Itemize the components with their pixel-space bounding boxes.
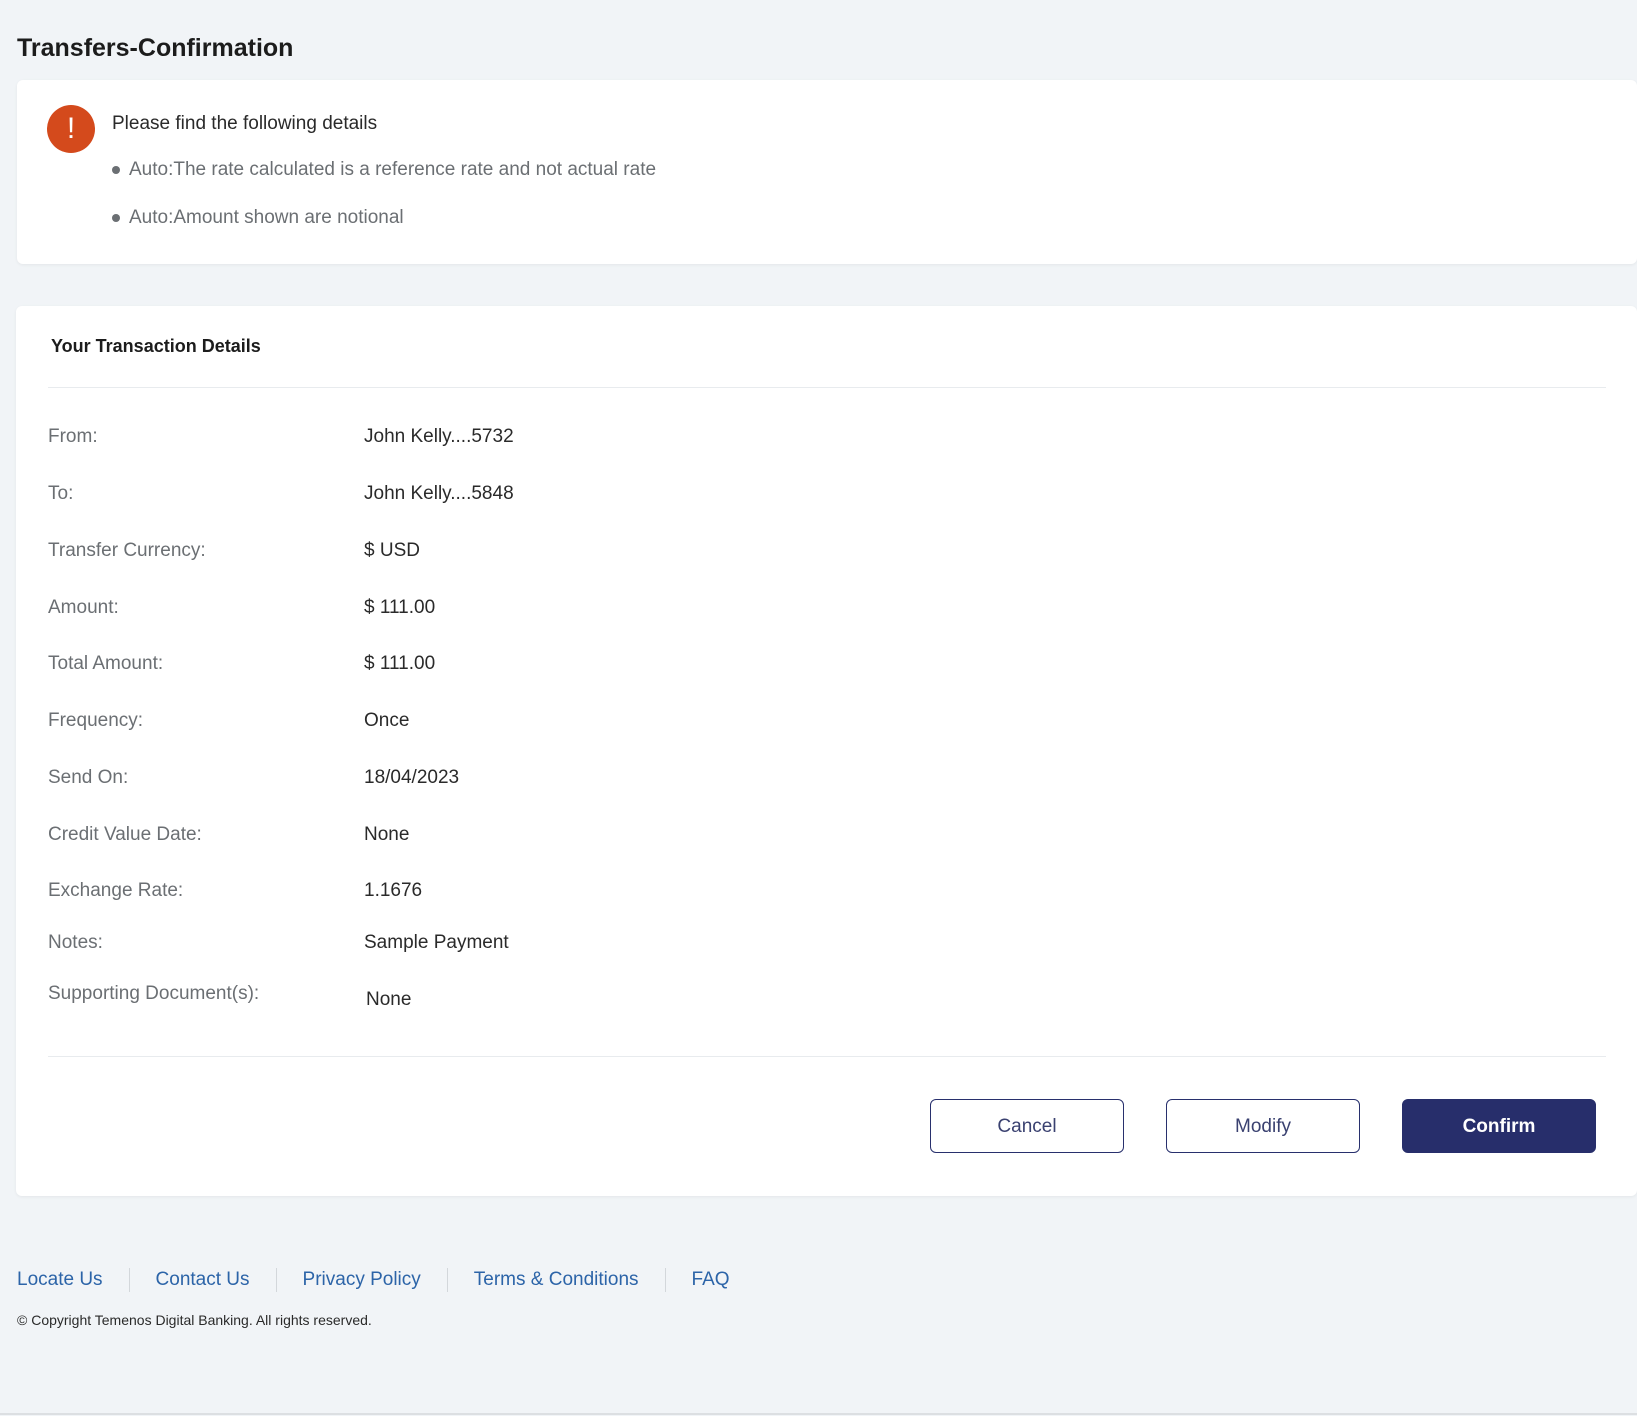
- info-item: Auto:The rate calculated is a reference …: [112, 158, 656, 206]
- detail-label: Amount:: [48, 597, 119, 618]
- detail-row-credit-value-date: Credit Value Date: None: [48, 824, 1548, 854]
- detail-label: Exchange Rate:: [48, 880, 184, 901]
- detail-label: Transfer Currency:: [48, 540, 206, 561]
- detail-value: None: [364, 824, 410, 845]
- footer-links: Locate Us Contact Us Privacy Policy Terms &…: [17, 1268, 730, 1298]
- page-title: Transfers-Confirmation: [17, 34, 294, 62]
- detail-row-supporting-documents: Supporting Document(s): None: [48, 983, 1548, 1013]
- detail-row-to: To: John Kelly....5848: [48, 483, 1548, 513]
- divider: [48, 1056, 1606, 1057]
- detail-label: To:: [48, 483, 74, 504]
- detail-row-total-amount: Total Amount: $ 111.00: [48, 653, 1548, 683]
- footer-link-privacy-policy[interactable]: Privacy Policy: [303, 1269, 421, 1291]
- detail-label: Frequency:: [48, 710, 144, 731]
- detail-value: Once: [364, 710, 410, 731]
- bullet-icon: [112, 166, 120, 174]
- footer-link-terms-conditions[interactable]: Terms & Conditions: [474, 1269, 639, 1291]
- exclamation-icon: !: [47, 105, 95, 153]
- footer-link-faq[interactable]: FAQ: [692, 1269, 730, 1291]
- detail-value: None: [366, 989, 412, 1010]
- detail-value: 1.1676: [364, 880, 423, 901]
- detail-label: Notes:: [48, 932, 103, 953]
- detail-row-frequency: Frequency: Once: [48, 710, 1548, 740]
- info-item: Auto:Amount shown are notional: [112, 206, 656, 254]
- detail-value: John Kelly....5848: [364, 483, 514, 504]
- detail-value: 18/04/2023: [364, 767, 460, 788]
- detail-value: Sample Payment: [364, 932, 509, 953]
- detail-label: From:: [48, 426, 98, 447]
- detail-label: Send On:: [48, 767, 129, 788]
- info-list: Auto:The rate calculated is a reference …: [112, 158, 656, 254]
- footer-separator: [446, 1268, 448, 1292]
- detail-row-from: From: John Kelly....5732: [48, 426, 1548, 456]
- divider: [48, 387, 1606, 388]
- detail-row-notes: Notes: Sample Payment: [48, 932, 1548, 962]
- modify-button[interactable]: Modify: [1166, 1099, 1360, 1153]
- detail-label: Credit Value Date:: [48, 824, 202, 845]
- footer-separator: [128, 1268, 130, 1292]
- footer-link-locate-us[interactable]: Locate Us: [17, 1269, 103, 1291]
- cancel-button[interactable]: Cancel: [930, 1099, 1124, 1153]
- confirm-button[interactable]: Confirm: [1402, 1099, 1596, 1153]
- footer-separator: [275, 1268, 277, 1292]
- detail-value: $ 111.00: [364, 597, 436, 618]
- info-item-text: Auto:Amount shown are notional: [129, 207, 404, 228]
- detail-label: Total Amount:: [48, 653, 164, 674]
- footer-link-contact-us[interactable]: Contact Us: [156, 1269, 250, 1291]
- info-item-text: Auto:The rate calculated is a reference …: [129, 159, 657, 180]
- detail-row-exchange-rate: Exchange Rate: 1.1676: [48, 880, 1548, 910]
- copyright-text: © Copyright Temenos Digital Banking. All…: [17, 1312, 372, 1328]
- detail-value: $ USD: [364, 540, 420, 561]
- info-heading: Please find the following details: [112, 113, 378, 134]
- detail-row-transfer-currency: Transfer Currency: $ USD: [48, 540, 1548, 570]
- detail-row-send-on: Send On: 18/04/2023: [48, 767, 1548, 797]
- detail-label: Supporting Document(s):: [48, 983, 260, 1004]
- detail-value: John Kelly....5732: [364, 426, 514, 447]
- bullet-icon: [112, 214, 120, 222]
- footer-separator: [664, 1268, 666, 1292]
- info-card: ! Please find the following details Auto…: [17, 80, 1637, 264]
- transfers-confirmation-page: Transfers-Confirmation ! Please find the…: [0, 0, 1637, 1416]
- detail-row-amount: Amount: $ 111.00: [48, 597, 1548, 627]
- bottom-divider: [0, 1413, 1637, 1415]
- transaction-details-card: Your Transaction Details From: John Kell…: [16, 306, 1637, 1196]
- transaction-details-title: Your Transaction Details: [51, 336, 261, 356]
- detail-value: $ 111.00: [364, 653, 436, 674]
